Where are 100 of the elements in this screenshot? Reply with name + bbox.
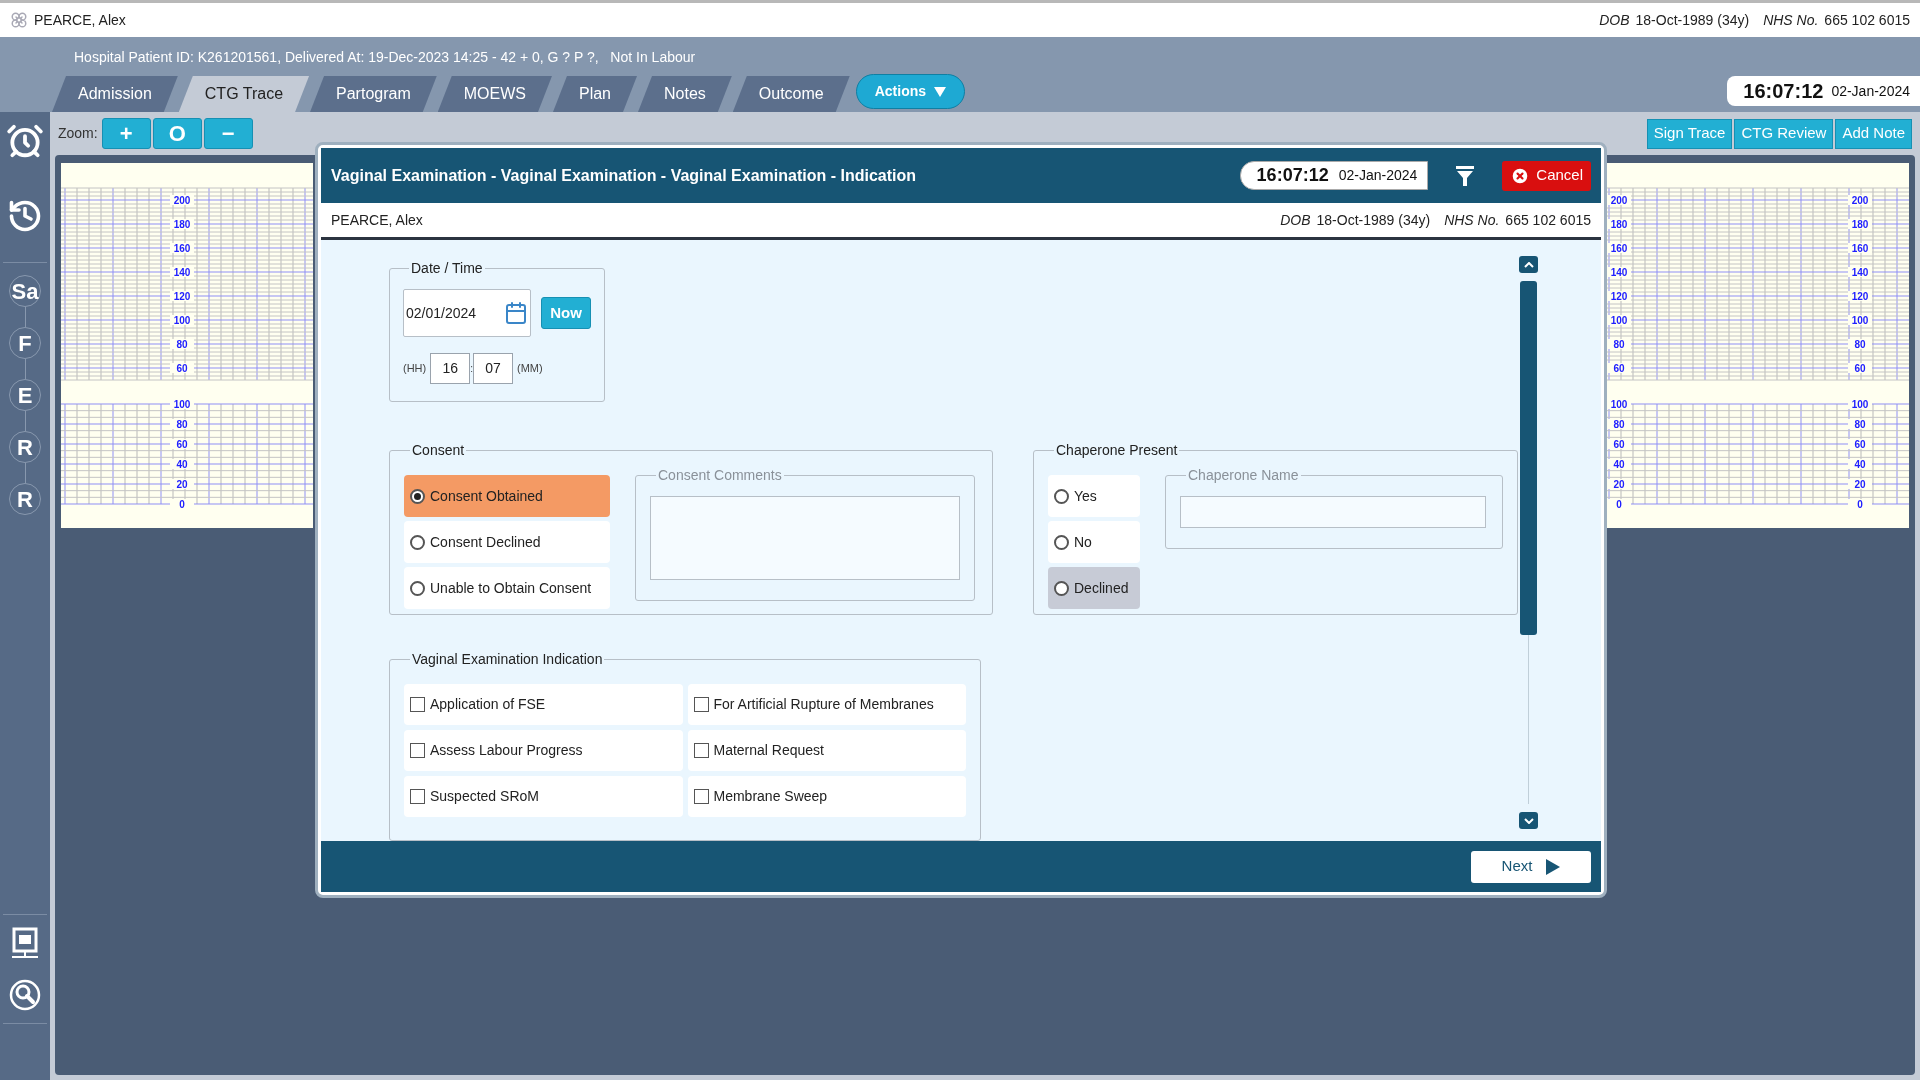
scroll-up-button[interactable] [1519,256,1538,273]
axis-label: 60 [176,363,188,374]
radio-option[interactable]: Consent Declined [404,521,610,563]
checkbox[interactable] [693,743,709,758]
group-label: Chaperone Name [1187,466,1300,485]
history-clock-icon[interactable] [7,198,43,234]
axis-label: 60 [176,439,188,450]
axis-label: 60 [1854,439,1866,450]
checkbox[interactable] [693,789,709,804]
nav-tab[interactable]: Notes [638,76,732,112]
option-label: Assess Labour Progress [430,741,583,760]
checkbox[interactable] [410,789,425,804]
minute-value: 07 [485,359,501,378]
axis-label: 120 [1851,291,1869,302]
dob-value: 18-Oct-1989 (34y) [1635,10,1750,30]
search-icon[interactable] [9,979,41,1011]
axis-label: 60 [1854,363,1866,374]
checkbox-option[interactable]: Membrane Sweep [687,776,966,817]
option-label: Unable to Obtain Consent [430,578,592,598]
axis-label: 200 [173,195,191,206]
radio-option[interactable]: No [1048,521,1140,563]
axis-label: 140 [1851,267,1869,278]
axis-label: 0 [1616,499,1622,510]
option-label: Application of FSE [430,695,546,714]
axis-label: 100 [1610,399,1628,410]
clock-time: 16:07:12 [1256,164,1329,187]
group-label: Consent Comments [657,466,783,485]
checkbox-option[interactable]: Application of FSE [404,684,683,725]
nhs-number: 665 102 6015 [1824,10,1910,30]
checkbox[interactable] [693,697,709,712]
option-label: Consent Obtained [430,486,543,506]
axis-label: 160 [1610,243,1628,254]
date-field[interactable]: 02/01/2024 [403,289,531,337]
radio-button[interactable] [1054,580,1069,596]
nav-tab[interactable]: MOEWS [437,76,552,112]
alarm-clock-icon[interactable] [6,122,44,160]
group-label: Vaginal Examination Indication [411,650,604,669]
axis-label: 100 [173,315,191,326]
funnel-icon[interactable] [1456,165,1475,186]
comments-field[interactable] [650,496,960,580]
close-icon [1510,165,1531,186]
option-label: Membrane Sweep [713,787,828,806]
cancel-button[interactable]: Cancel [1502,160,1591,191]
radio-option[interactable]: Unable to Obtain Consent [404,567,610,609]
checkbox-option[interactable]: Maternal Request [687,730,966,771]
next-button[interactable]: Next [1471,850,1591,883]
group-label: Consent [411,441,466,460]
axis-label: 200 [1610,195,1628,206]
axis-label: 100 [1851,315,1869,326]
checkbox-option[interactable]: Assess Labour Progress [404,730,683,771]
axis-label: 160 [1851,243,1869,254]
axis-label: 180 [1851,219,1869,230]
minute-unit: (MM) [517,361,543,377]
group-label: Date / Time [410,259,484,278]
axis-label: 120 [1610,291,1628,302]
nav-tab[interactable]: Admission [52,76,178,112]
chaperone-name-field[interactable] [1180,496,1486,528]
episode-info: Hospital Patient ID: K261201561, Delivered At: 19-Dec-2023 14:25 - 42 + 0, G ? P ?, Not In Labour [74,48,697,67]
radio-button[interactable] [1054,488,1069,504]
axis-label: 20 [1613,479,1625,490]
radio-option[interactable]: Declined [1048,567,1140,609]
radio-button[interactable] [410,488,425,504]
nav-tab[interactable]: Partogram [310,76,437,112]
radio-option[interactable]: Consent Obtained [404,475,610,517]
scroll-down-button[interactable] [1519,812,1538,829]
axis-label: 80 [1854,419,1866,430]
axis-label: 60 [1613,439,1625,450]
minute-field[interactable]: 07 [473,353,513,384]
calendar-icon[interactable] [504,301,528,325]
nav-tab[interactable]: Plan [552,76,637,112]
axis-label: 80 [1613,339,1625,350]
nhs-number: 665 102 6015 [1505,210,1591,230]
radio-button[interactable] [410,534,425,550]
checkbox[interactable] [410,743,425,758]
nav-tab[interactable]: CTG Trace [178,76,310,112]
checkbox-option[interactable]: For Artificial Rupture of Membranes [687,684,966,725]
axis-label: 180 [173,219,191,230]
option-label: Consent Declined [430,532,541,552]
play-icon [1546,858,1561,875]
presentation-icon[interactable] [11,927,39,961]
clock-date: 02-Jan-2024 [1338,166,1418,185]
axis-label: 120 [173,291,191,302]
dob-value: 18-Oct-1989 (34y) [1316,210,1431,230]
group-label: Chaperone Present [1055,441,1179,460]
checkbox-option[interactable]: Suspected SRoM [404,776,683,817]
patient-name: PEARCE, Alex [331,210,423,230]
scrollbar-thumb[interactable] [1520,281,1537,635]
hour-field[interactable]: 16 [430,353,471,384]
chevron-up-icon [1523,261,1534,268]
clock-date: 02-Jan-2024 [1831,81,1910,101]
radio-button[interactable] [410,580,425,596]
radio-option[interactable]: Yes [1048,475,1140,517]
nav-tab[interactable]: Outcome [732,76,850,112]
checkbox[interactable] [410,697,425,712]
axis-label: 80 [176,419,188,430]
caret-icon [934,86,947,97]
axis-label: 40 [176,459,188,470]
clock-time: 16:07:12 [1743,79,1824,104]
axis-label: 40 [1613,459,1625,470]
radio-button[interactable] [1054,534,1069,550]
